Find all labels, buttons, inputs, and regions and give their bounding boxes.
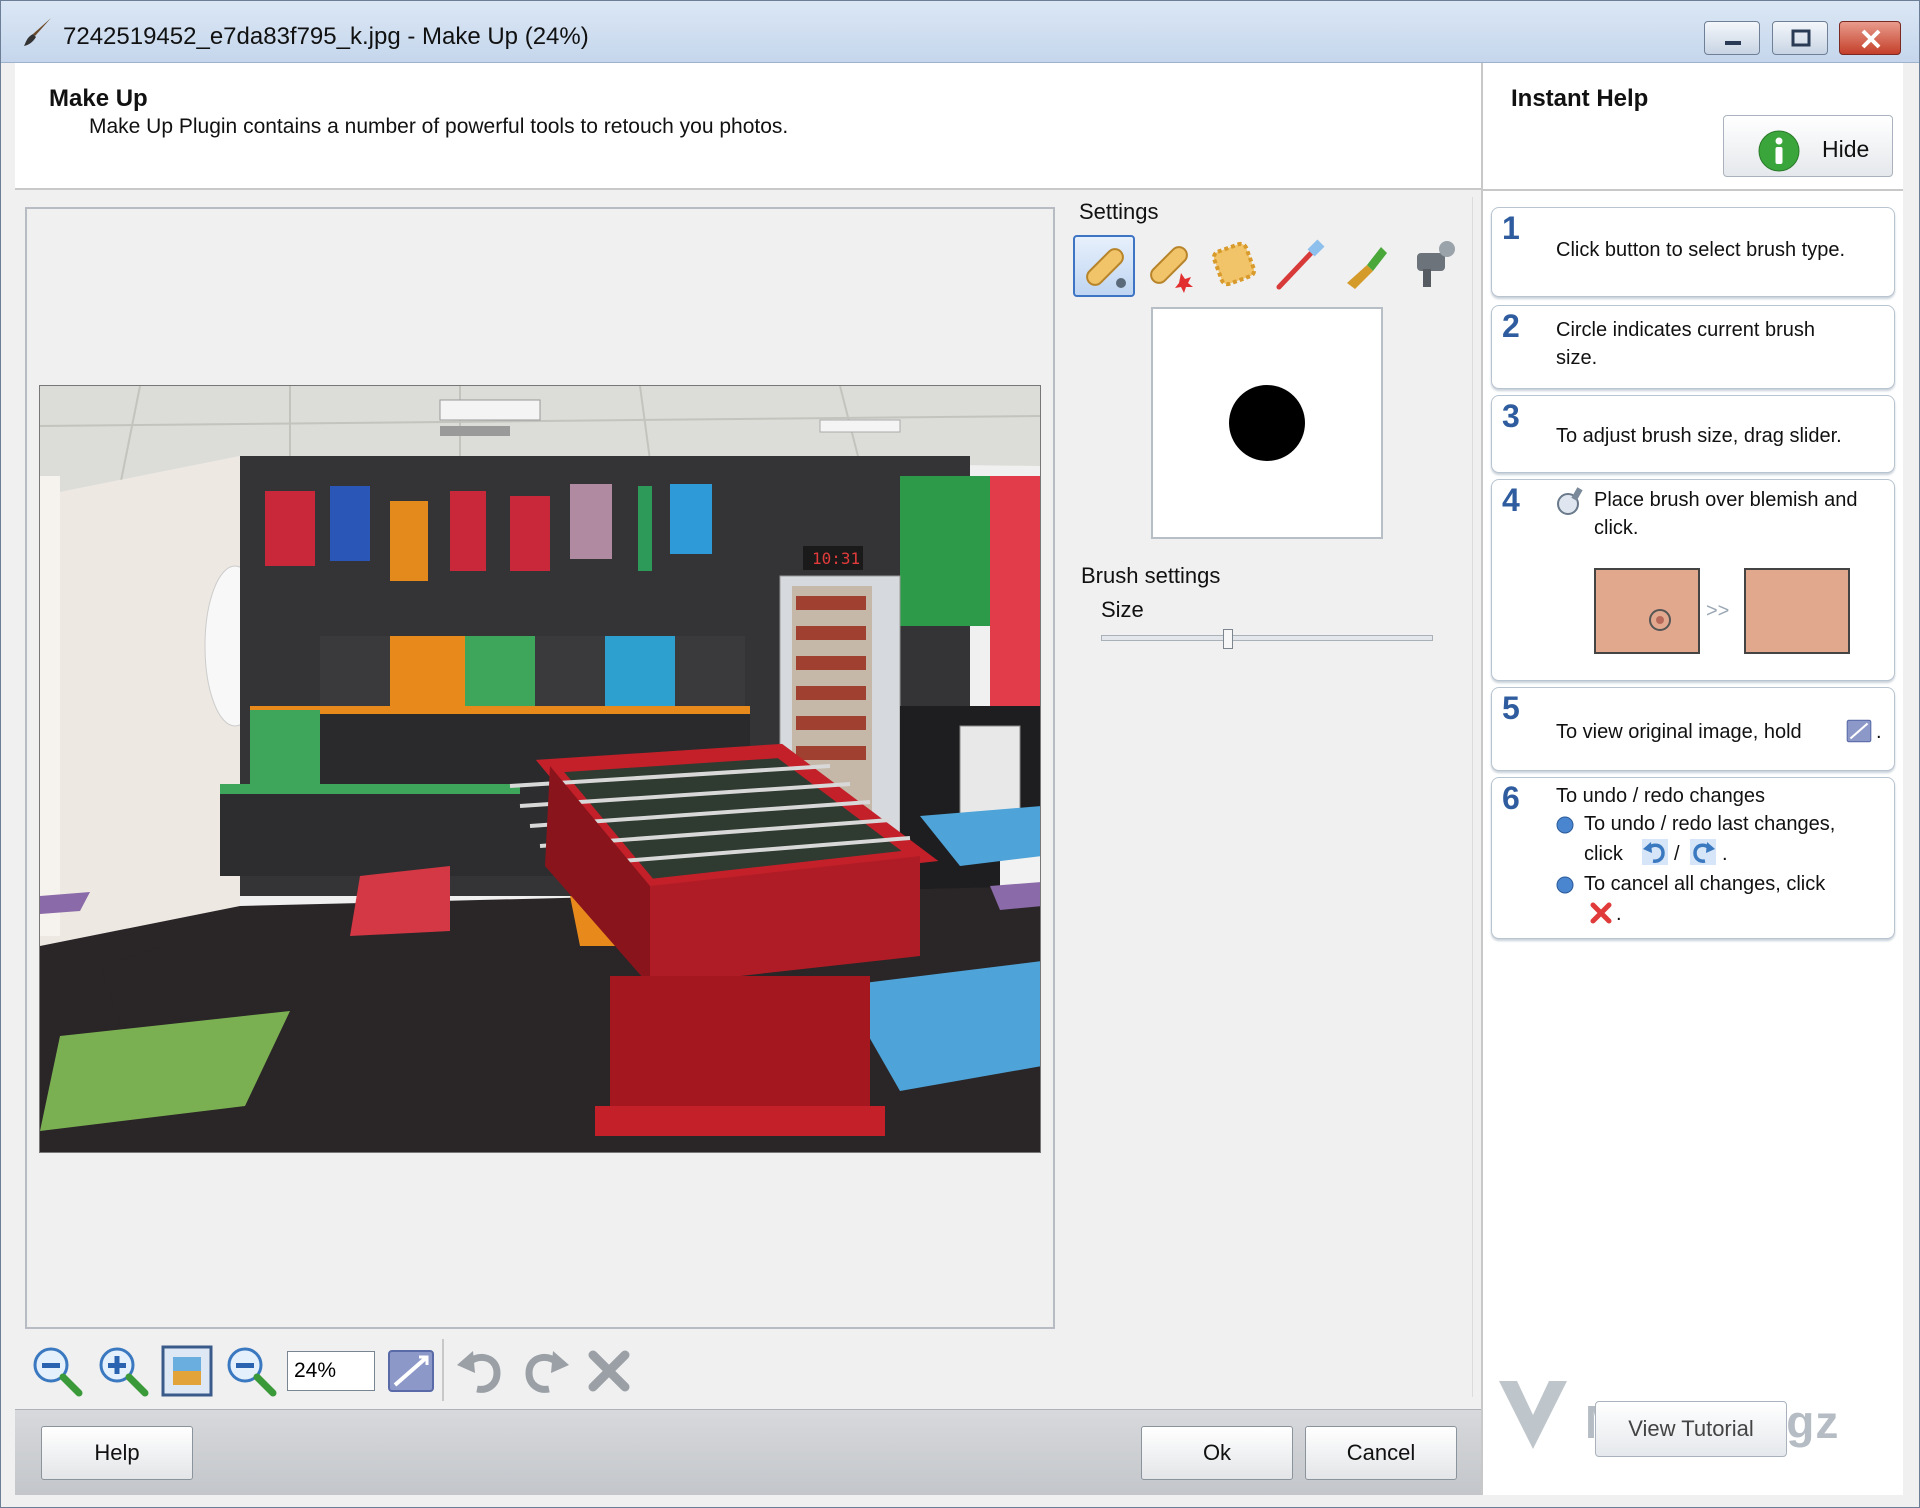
show-original-inline-icon <box>1846 719 1872 743</box>
hide-label: Hide <box>1822 136 1870 162</box>
step-number: 5 <box>1502 690 1520 726</box>
maximize-button[interactable] <box>1772 21 1828 55</box>
plugin-header: Make Up Make Up Plugin contains a number… <box>15 63 1481 190</box>
office-photo-image: 10:31 <box>40 386 1040 1152</box>
help-step-1: 1 Click button to select brush type. <box>1491 207 1895 297</box>
brush-settings-label: Brush settings <box>1081 563 1221 588</box>
info-icon <box>1758 130 1800 172</box>
redo-icon[interactable] <box>517 1343 573 1399</box>
minimize-button[interactable] <box>1704 21 1760 55</box>
bullet-icon <box>1556 876 1574 894</box>
settings-label: Settings <box>1079 199 1159 224</box>
toothbrush-button[interactable] <box>1271 235 1333 297</box>
brush-cursor-icon <box>1557 487 1583 515</box>
blemish-patch-button[interactable] <box>1205 235 1267 297</box>
step-6-bullet1-end: . <box>1722 843 1728 865</box>
step-text-line1: Circle indicates current brush <box>1556 319 1815 341</box>
brush-size-slider[interactable] <box>1101 635 1433 641</box>
bandage-brush-icon <box>1086 248 1126 288</box>
brush-size-circle <box>1229 385 1305 461</box>
dialog-footer: Help Ok Cancel <box>15 1409 1481 1495</box>
step-number: 6 <box>1502 780 1520 816</box>
undo-inline-icon <box>1642 839 1668 865</box>
spray-gun-button[interactable] <box>1403 235 1465 297</box>
fit-to-window-icon[interactable] <box>159 1343 215 1399</box>
step-text: Click button to select brush type. <box>1556 239 1846 261</box>
mascara-brush-button[interactable] <box>1337 235 1399 297</box>
size-label: Size <box>1101 597 1144 622</box>
help-panel-separator <box>1483 189 1903 191</box>
step-text-line1: Place brush over blemish and <box>1594 489 1858 511</box>
watermark-logo-icon <box>1499 1381 1567 1449</box>
mascara-brush-icon <box>1347 247 1387 289</box>
step-6-bullet2: To cancel all changes, click <box>1584 873 1826 895</box>
photo-preview[interactable]: 10:31 <box>39 385 1041 1153</box>
before-after-arrow: >> <box>1706 600 1730 622</box>
skin-before-image <box>1594 568 1700 654</box>
instant-help-title: Instant Help <box>1511 85 1649 112</box>
spray-gun-icon <box>1417 241 1455 287</box>
make-up-window: 7242519452_e7da83f795_k.jpg - Make Up (2… <box>0 0 1920 1508</box>
step-number: 1 <box>1502 210 1520 246</box>
plugin-title: Make Up <box>49 85 148 112</box>
brush-size-slider-thumb[interactable] <box>1223 629 1234 649</box>
plugin-description: Make Up Plugin contains a number of powe… <box>89 115 789 138</box>
step-text-line2: size. <box>1556 347 1598 369</box>
blemish-patch-icon <box>1211 241 1257 287</box>
step-6-bullet1-sep: / <box>1674 843 1680 865</box>
skin-after-image <box>1744 568 1850 654</box>
minimize-icon <box>1725 41 1741 45</box>
zoom-in-icon[interactable] <box>95 1343 151 1399</box>
help-step-4: 4 Place brush over blemish and click. >> <box>1491 479 1895 681</box>
step-6-bullet1-line1: To undo / redo last changes, <box>1584 813 1836 835</box>
help-step-3: 3 To adjust brush size, drag slider. <box>1491 395 1895 473</box>
help-button[interactable]: Help <box>41 1426 193 1480</box>
toolbar-divider <box>442 1339 444 1401</box>
zoom-level-input[interactable] <box>287 1351 375 1391</box>
instant-help-panel: Instant Help Hide 1 Click button to sele… <box>1483 63 1903 1495</box>
step-6-bullet1-click: click <box>1584 843 1623 865</box>
step-text: To view original image, hold <box>1556 721 1802 743</box>
step-number: 4 <box>1502 482 1520 518</box>
cancel-inline-icon <box>1590 902 1612 924</box>
close-button[interactable] <box>1839 21 1901 55</box>
undo-icon[interactable] <box>453 1343 509 1399</box>
bandage-brush-button[interactable] <box>1073 235 1135 297</box>
redo-inline-icon <box>1690 839 1716 865</box>
zoom-actual-icon[interactable] <box>223 1343 279 1399</box>
toothbrush-icon <box>1276 239 1325 290</box>
spot-healing-icon <box>1150 246 1193 293</box>
brush-size-preview <box>1151 307 1383 539</box>
window-title: 7242519452_e7da83f795_k.jpg - Make Up (2… <box>63 23 589 50</box>
cancel-all-icon[interactable] <box>581 1343 637 1399</box>
maximize-icon <box>1791 29 1811 47</box>
bottom-toolbar <box>25 1335 1055 1405</box>
zoom-out-icon[interactable] <box>29 1343 85 1399</box>
help-step-5: 5 To view original image, hold . <box>1491 687 1895 771</box>
step-6-title: To undo / redo changes <box>1556 785 1766 807</box>
show-original-icon[interactable] <box>383 1343 439 1399</box>
ok-button[interactable]: Ok <box>1141 1426 1293 1480</box>
hide-help-button[interactable]: Hide <box>1723 115 1893 177</box>
title-bar: 7242519452_e7da83f795_k.jpg - Make Up (2… <box>1 1 1919 63</box>
help-step-6: 6 To undo / redo changes To undo / redo … <box>1491 777 1895 939</box>
wall-clock-digits: 10:31 <box>812 549 860 568</box>
step-number: 2 <box>1502 308 1520 344</box>
spot-healing-button[interactable] <box>1139 235 1201 297</box>
brush-app-icon <box>24 18 51 46</box>
view-tutorial-button[interactable]: View Tutorial <box>1595 1401 1787 1457</box>
help-step-2: 2 Circle indicates current brush size. <box>1491 305 1895 389</box>
step-text: To adjust brush size, drag slider. <box>1556 425 1842 447</box>
step-text-line2: click. <box>1594 517 1639 539</box>
close-icon <box>1861 29 1881 49</box>
settings-panel: Settings Brush settings Size <box>1065 197 1473 1397</box>
bullet-icon <box>1556 816 1574 834</box>
step-number: 3 <box>1502 398 1520 434</box>
step-6-bullet2-end: . <box>1616 903 1622 925</box>
step-text-end: . <box>1876 721 1882 743</box>
cancel-button[interactable]: Cancel <box>1305 1426 1457 1480</box>
